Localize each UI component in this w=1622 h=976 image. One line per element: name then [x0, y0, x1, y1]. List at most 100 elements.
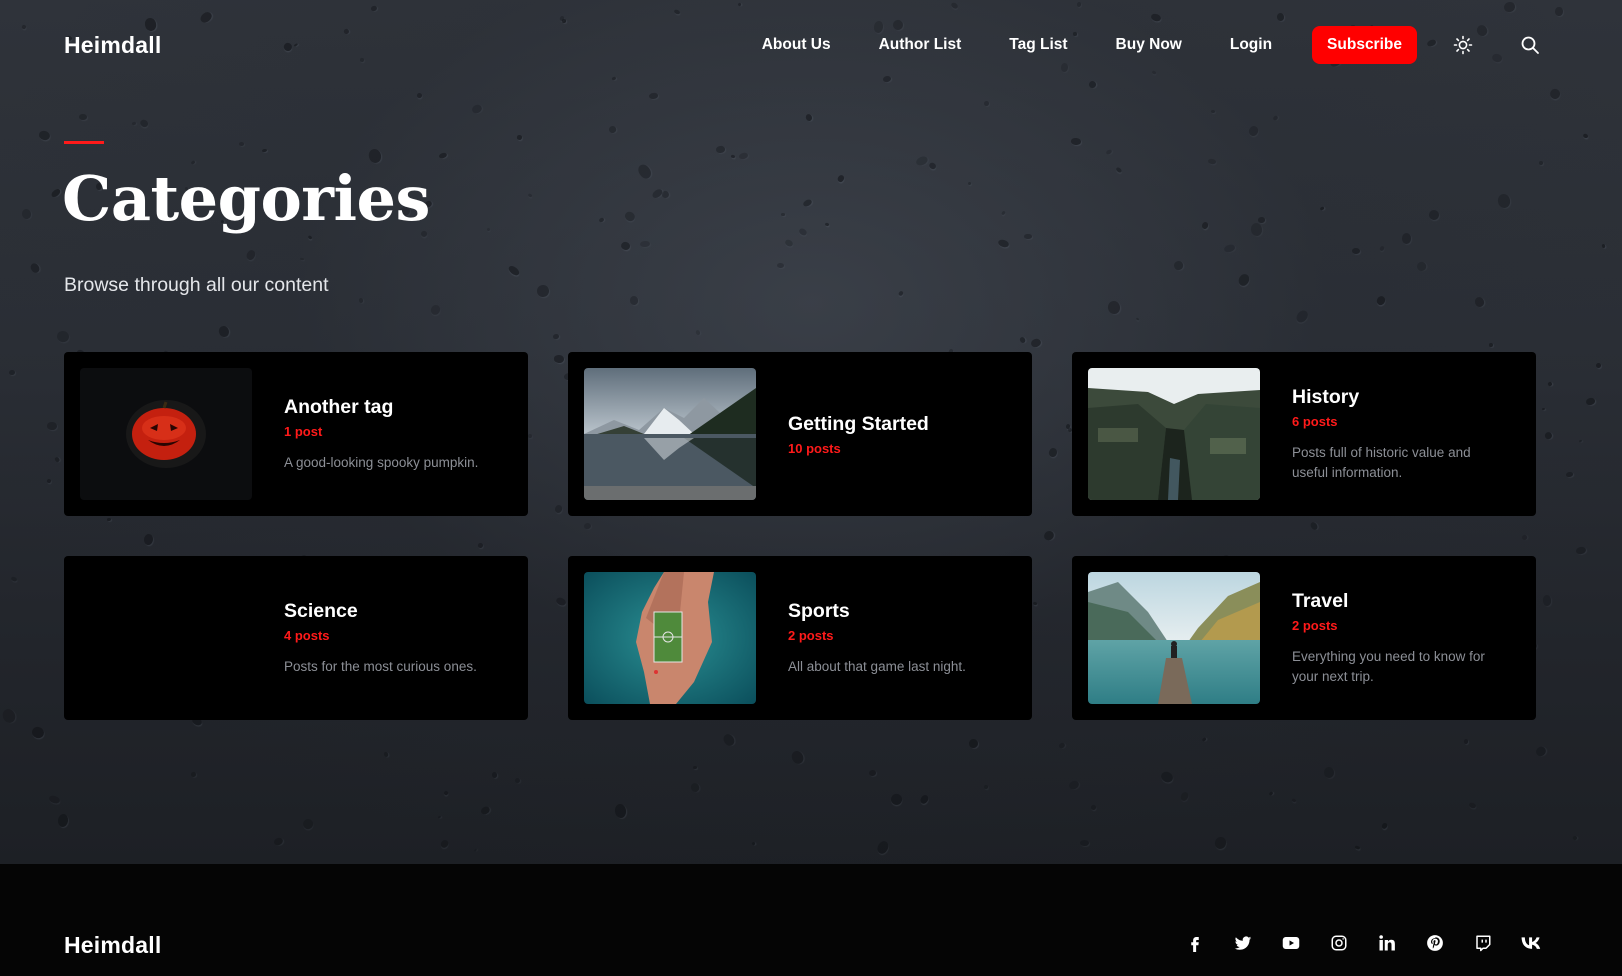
category-image-island-field — [584, 572, 756, 704]
raindrop — [1547, 87, 1562, 102]
youtube-icon[interactable] — [1280, 932, 1302, 954]
raindrop — [1291, 798, 1297, 803]
category-card-body: Travel 2 posts Everything you need to kn… — [1292, 590, 1520, 687]
raindrop — [527, 192, 533, 198]
raindrop — [716, 145, 726, 154]
raindrop — [1018, 335, 1027, 344]
raindrop — [661, 190, 671, 200]
nav-tag-list[interactable]: Tag List — [1009, 36, 1067, 54]
raindrop — [54, 456, 61, 463]
raindrop — [131, 121, 136, 126]
raindrop — [238, 142, 245, 147]
raindrop — [1029, 337, 1042, 349]
raindrop — [1554, 6, 1563, 17]
raindrop — [1467, 801, 1477, 810]
nav-login[interactable]: Login — [1230, 36, 1272, 54]
raindrop — [10, 575, 18, 583]
category-image-mountain-lake — [584, 368, 756, 500]
raindrop — [721, 732, 737, 749]
raindrop — [1247, 124, 1260, 138]
raindrop — [55, 329, 70, 343]
nav-about-us[interactable]: About Us — [762, 36, 831, 54]
raindrop — [824, 222, 830, 228]
twitter-icon[interactable] — [1232, 932, 1254, 954]
raindrop — [383, 750, 389, 757]
category-card-travel[interactable]: Travel 2 posts Everything you need to kn… — [1072, 556, 1536, 720]
raindrop — [1057, 741, 1066, 750]
raindrop — [1542, 407, 1546, 411]
linkedin-icon[interactable] — [1376, 932, 1398, 954]
category-post-count: 4 posts — [284, 627, 330, 643]
raindrop — [1320, 206, 1325, 211]
raindrop — [1415, 260, 1428, 273]
category-title: Getting Started — [788, 412, 929, 435]
raindrop — [1090, 803, 1098, 811]
raindrop — [1582, 133, 1590, 140]
raindrop — [692, 765, 697, 770]
category-grid: Another tag 1 post A good-looking spooky… — [64, 352, 1536, 720]
sun-icon[interactable] — [1451, 33, 1475, 57]
raindrop — [1578, 439, 1583, 443]
category-description: A good-looking spooky pumpkin. — [284, 454, 479, 470]
raindrop — [780, 212, 785, 216]
raindrop — [614, 803, 628, 819]
category-description: Posts for the most curious ones. — [284, 658, 477, 674]
raindrop — [1497, 193, 1511, 209]
raindrop — [438, 152, 448, 160]
raindrop — [1463, 739, 1469, 744]
raindrop — [1060, 62, 1069, 73]
raindrop — [639, 240, 651, 248]
footer-logo[interactable]: Heimdall — [64, 932, 161, 959]
site-logo[interactable]: Heimdall — [64, 32, 161, 59]
raindrop — [1374, 294, 1386, 306]
raindrop — [299, 258, 304, 262]
category-card-history[interactable]: History 6 posts Posts full of historic v… — [1072, 352, 1536, 516]
search-icon[interactable] — [1518, 33, 1542, 57]
category-description: All about that game last night. — [788, 658, 966, 674]
raindrop — [1070, 137, 1082, 146]
vk-icon[interactable] — [1520, 932, 1542, 954]
raindrop — [301, 817, 316, 832]
raindrop — [649, 92, 659, 99]
category-card-body: History 6 posts Posts full of historic v… — [1292, 386, 1520, 483]
raindrop — [1488, 342, 1493, 348]
raindrop — [789, 749, 805, 766]
instagram-icon[interactable] — [1328, 932, 1350, 954]
nav-buy-now[interactable]: Buy Now — [1116, 36, 1182, 54]
raindrop — [801, 198, 813, 208]
category-post-count: 2 posts — [1292, 617, 1338, 633]
nav-author-list[interactable]: Author List — [879, 36, 962, 54]
raindrop — [47, 794, 61, 805]
category-card-sports[interactable]: Sports 2 posts All about that game last … — [568, 556, 1032, 720]
category-card-getting-started[interactable]: Getting Started 10 posts — [568, 352, 1032, 516]
raindrop — [623, 210, 637, 223]
category-card-science[interactable]: Science 4 posts Posts for the most curio… — [64, 556, 528, 720]
raindrop — [38, 129, 52, 142]
raindrop — [1080, 839, 1090, 846]
raindrop — [1024, 234, 1032, 240]
raindrop — [552, 333, 561, 341]
twitch-icon[interactable] — [1472, 932, 1494, 954]
raindrop — [46, 422, 57, 431]
category-card-body: Sports 2 posts All about that game last … — [788, 600, 1016, 677]
raindrop — [491, 771, 498, 778]
raindrop — [1179, 790, 1191, 803]
raindrop — [438, 838, 450, 850]
raindrop — [1067, 779, 1081, 791]
raindrop — [1596, 362, 1602, 369]
raindrop — [968, 738, 980, 749]
category-card-another-tag[interactable]: Another tag 1 post A good-looking spooky… — [64, 352, 528, 516]
raindrop — [730, 154, 736, 159]
raindrop — [804, 112, 814, 122]
raindrop — [20, 207, 32, 220]
subscribe-button[interactable]: Subscribe — [1312, 26, 1417, 64]
raindrop — [1575, 545, 1587, 555]
facebook-icon[interactable] — [1184, 932, 1206, 954]
pinterest-icon[interactable] — [1424, 932, 1446, 954]
raindrop — [898, 290, 905, 297]
raindrop — [1565, 471, 1574, 477]
raindrop — [470, 103, 483, 116]
raindrop — [416, 92, 423, 99]
raindrop — [1106, 299, 1121, 315]
raindrop — [598, 217, 605, 224]
